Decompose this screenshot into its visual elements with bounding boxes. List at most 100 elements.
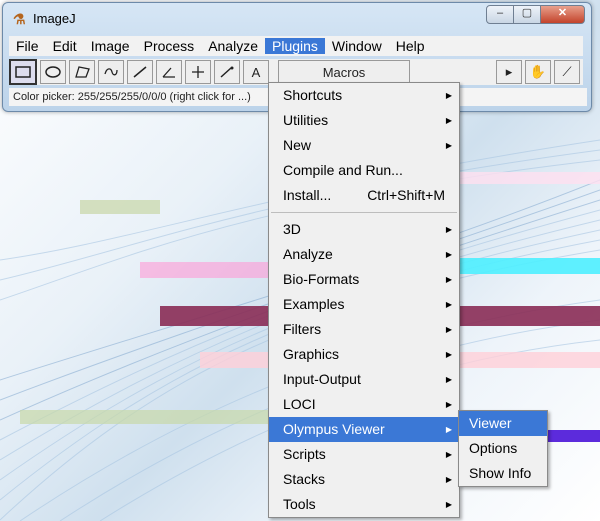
angle-icon — [162, 67, 175, 78]
menu-item-bio-formats[interactable]: Bio-Formats ▶ — [269, 267, 459, 292]
menu-help[interactable]: Help — [389, 38, 432, 54]
menu-item-label: Utilities — [283, 112, 329, 128]
menu-process[interactable]: Process — [137, 38, 202, 54]
submenu-arrow-icon: ▶ — [445, 500, 452, 509]
menu-item-3d[interactable]: 3D ▶ — [269, 217, 459, 242]
menu-item-label: Input-Output — [283, 371, 361, 387]
menu-bar: File Edit Image Process Analyze Plugins … — [9, 36, 583, 56]
menu-item-label: Graphics — [283, 346, 340, 362]
menu-item-utilities[interactable]: Utilities ▶ — [269, 108, 459, 133]
menu-item-stacks[interactable]: Stacks ▶ — [269, 467, 459, 492]
macros-label: Macros — [322, 64, 366, 80]
menu-item-input-output[interactable]: Input-Output ▶ — [269, 367, 459, 392]
menu-item-tools[interactable]: Tools ▶ — [269, 492, 459, 517]
more-tools-arrow[interactable]: ▸ — [496, 60, 522, 84]
menu-item-compile-and-run[interactable]: Compile and Run... — [269, 158, 459, 183]
submenu-arrow-icon: ▶ — [445, 450, 452, 459]
freehand-icon — [104, 68, 118, 76]
submenu-arrow-icon: ▶ — [445, 116, 452, 125]
render-glitch — [140, 262, 280, 278]
menu-item-label: Examples — [283, 296, 345, 312]
submenu-arrow-icon: ▶ — [445, 91, 452, 100]
submenu-arrow-icon: ▶ — [445, 141, 452, 150]
polygon-tool[interactable] — [69, 60, 95, 84]
menu-item-label: Compile and Run... — [283, 162, 403, 178]
point-tool[interactable] — [185, 60, 211, 84]
submenu-arrow-icon: ▶ — [445, 275, 452, 284]
submenu-item-options[interactable]: Options — [459, 436, 547, 461]
submenu-arrow-icon: ▶ — [445, 300, 452, 309]
rectangle-tool[interactable] — [9, 59, 37, 85]
minimize-button[interactable]: – — [486, 5, 514, 24]
window-title: ImageJ — [33, 11, 76, 26]
menu-item-new[interactable]: New ▶ — [269, 133, 459, 158]
submenu-arrow-icon: ▶ — [445, 350, 452, 359]
window-controls: – ▢ ✕ — [486, 5, 585, 24]
wand-tool[interactable] — [214, 60, 240, 84]
menu-analyze[interactable]: Analyze — [201, 38, 265, 54]
crosshair-icon — [192, 66, 204, 78]
submenu-item-show-info[interactable]: Show Info — [459, 461, 547, 486]
angle-tool[interactable] — [156, 60, 182, 84]
menu-edit[interactable]: Edit — [46, 38, 84, 54]
text-tool[interactable]: A — [243, 60, 269, 84]
rectangle-icon — [15, 66, 31, 78]
menu-item-graphics[interactable]: Graphics ▶ — [269, 342, 459, 367]
close-button[interactable]: ✕ — [540, 5, 585, 24]
title-bar[interactable]: ⚗ ImageJ – ▢ ✕ — [3, 3, 591, 33]
menu-item-label: LOCI — [283, 396, 316, 412]
menu-item-label: Stacks — [283, 471, 326, 487]
menu-item-shortcut: Ctrl+Shift+M — [367, 187, 445, 203]
menu-item-examples[interactable]: Examples ▶ — [269, 292, 459, 317]
freehand-tool[interactable] — [98, 60, 124, 84]
menu-item-olympus-viewer[interactable]: Olympus Viewer ▶ — [269, 417, 459, 442]
submenu-arrow-icon: ▶ — [445, 475, 452, 484]
line-icon — [133, 66, 147, 78]
menu-item-label: Install... — [283, 187, 332, 203]
maximize-button[interactable]: ▢ — [513, 5, 541, 24]
straight-line-tool[interactable] — [127, 60, 153, 84]
submenu-arrow-icon: ▶ — [445, 250, 452, 259]
submenu-arrow-icon: ▶ — [445, 375, 452, 384]
render-glitch — [450, 172, 600, 184]
microscope-icon: ⚗ — [13, 11, 26, 27]
menu-item-label: 3D — [283, 221, 301, 237]
menu-item-label: Olympus Viewer — [283, 421, 385, 437]
oval-icon — [45, 66, 61, 78]
render-glitch — [20, 410, 270, 424]
menu-item-label: Scripts — [283, 446, 326, 462]
menu-item-label: Bio-Formats — [283, 271, 360, 287]
submenu-item-viewer[interactable]: Viewer — [459, 411, 547, 436]
macros-dropdown[interactable]: Macros — [278, 60, 410, 84]
submenu-arrow-icon: ▶ — [445, 425, 452, 434]
play-icon: ▸ — [505, 64, 513, 79]
submenu-arrow-icon: ▶ — [445, 225, 452, 234]
menu-item-label: New — [283, 137, 312, 153]
dropper-tool[interactable]: ⟋ — [554, 60, 580, 84]
oval-tool[interactable] — [40, 60, 66, 84]
menu-file[interactable]: File — [9, 38, 46, 54]
text-tool-glyph: A — [251, 64, 261, 80]
render-glitch — [80, 200, 160, 214]
menu-item-shortcuts[interactable]: Shortcuts ▶ — [269, 83, 459, 108]
menu-separator — [271, 212, 457, 213]
olympus-viewer-submenu: Viewer Options Show Info — [458, 410, 548, 487]
menu-item-scripts[interactable]: Scripts ▶ — [269, 442, 459, 467]
menu-image[interactable]: Image — [84, 38, 137, 54]
polygon-icon — [75, 66, 90, 78]
menu-item-filters[interactable]: Filters ▶ — [269, 317, 459, 342]
submenu-arrow-icon: ▶ — [445, 325, 452, 334]
menu-plugins[interactable]: Plugins — [265, 38, 325, 54]
submenu-arrow-icon: ▶ — [445, 400, 452, 409]
hand-icon: ✋ — [529, 64, 547, 79]
menu-item-label: Filters — [283, 321, 322, 337]
menu-item-analyze[interactable]: Analyze ▶ — [269, 242, 459, 267]
menu-window[interactable]: Window — [325, 38, 389, 54]
dropper-icon: ⟋ — [562, 64, 572, 79]
menu-item-install[interactable]: Install... Ctrl+Shift+M — [269, 183, 459, 208]
menu-item-loci[interactable]: LOCI ▶ — [269, 392, 459, 417]
hand-tool[interactable]: ✋ — [525, 60, 551, 84]
menu-item-label: Tools — [283, 496, 316, 512]
menu-item-label: Analyze — [283, 246, 333, 262]
menu-item-label: Shortcuts — [283, 87, 343, 103]
